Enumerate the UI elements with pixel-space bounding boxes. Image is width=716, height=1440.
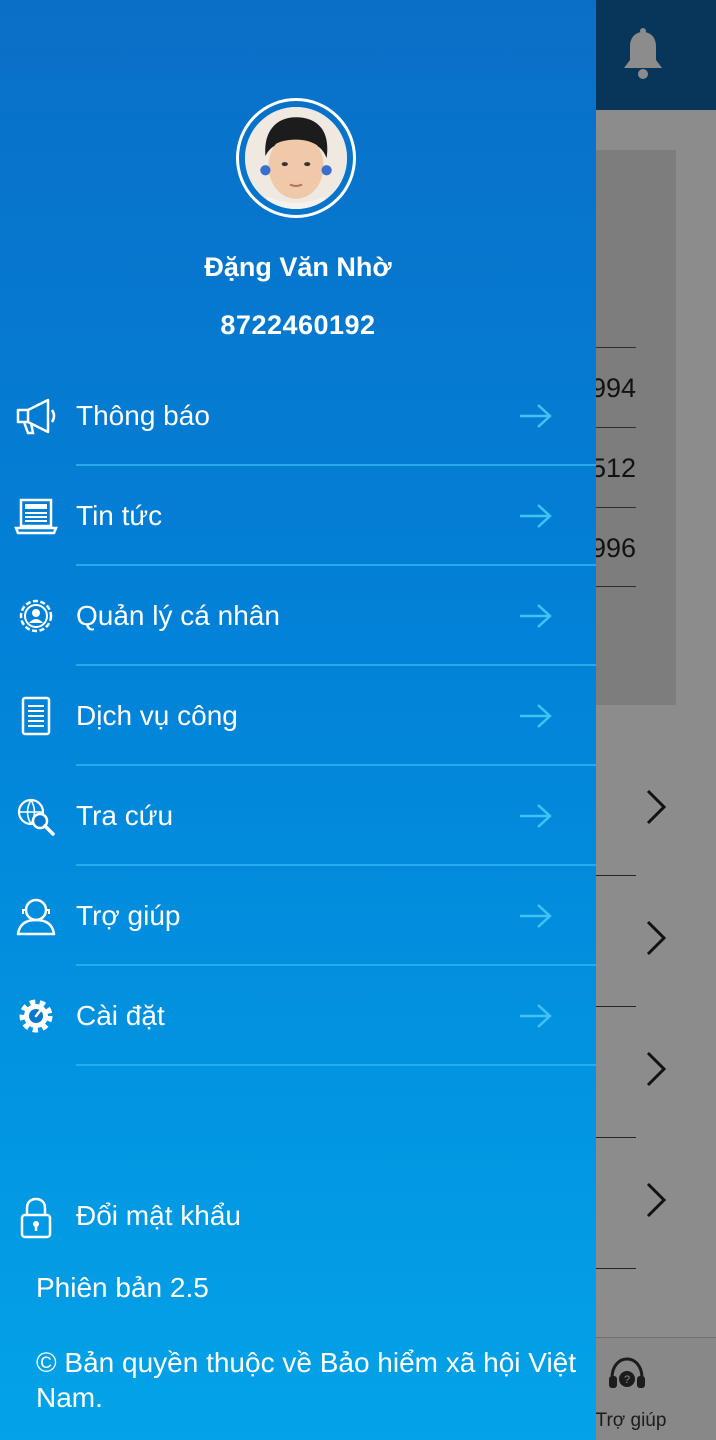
menu-item-settings[interactable]: Cài đặt bbox=[0, 966, 596, 1066]
globe-search-icon bbox=[17, 798, 55, 836]
news-icon bbox=[14, 498, 58, 535]
navigation-drawer: Đặng Văn Nhờ 8722460192 Thông báo Tin tứ… bbox=[0, 0, 596, 1440]
arrow-right-icon bbox=[520, 904, 552, 928]
menu-item-help[interactable]: Trợ giúp bbox=[0, 866, 596, 966]
arrow-right-icon bbox=[520, 504, 552, 528]
app-version: Phiên bản 2.5 bbox=[36, 1272, 209, 1303]
menu-item-public-services[interactable]: Dịch vụ công bbox=[0, 666, 596, 766]
menu-item-label: Quản lý cá nhân bbox=[76, 600, 280, 631]
change-password-button[interactable]: Đổi mật khẩu bbox=[0, 1190, 596, 1246]
menu-item-label: Dịch vụ công bbox=[76, 700, 238, 731]
menu-item-label: Cài đặt bbox=[76, 1000, 165, 1031]
copyright-text: © Bản quyền thuộc về Bảo hiểm xã hội Việ… bbox=[36, 1347, 577, 1413]
arrow-right-icon bbox=[520, 1004, 552, 1028]
menu-item-lookup[interactable]: Tra cứu bbox=[0, 766, 596, 866]
menu-item-label: Trợ giúp bbox=[76, 900, 181, 931]
lock-icon bbox=[20, 1197, 52, 1239]
avatar-photo bbox=[245, 107, 347, 209]
change-password-label: Đổi mật khẩu bbox=[76, 1200, 241, 1231]
megaphone-icon bbox=[16, 398, 56, 435]
menu-item-personal-management[interactable]: Quản lý cá nhân bbox=[0, 566, 596, 666]
arrow-right-icon bbox=[520, 604, 552, 628]
clipboard-icon bbox=[21, 696, 51, 736]
support-agent-icon bbox=[16, 898, 56, 936]
menu-item-label: Tra cứu bbox=[76, 800, 174, 831]
user-gear-icon bbox=[19, 599, 53, 633]
menu-item-notifications[interactable]: Thông báo bbox=[0, 366, 596, 466]
arrow-right-icon bbox=[520, 704, 552, 728]
menu-item-label: Tin tức bbox=[76, 500, 163, 531]
arrow-right-icon bbox=[520, 804, 552, 828]
drawer-menu: Thông báo Tin tức Quản lý cá nhân Dịch v… bbox=[0, 366, 596, 1066]
settings-gear-icon bbox=[19, 999, 53, 1033]
menu-item-news[interactable]: Tin tức bbox=[0, 466, 596, 566]
menu-item-label: Thông báo bbox=[76, 400, 210, 431]
arrow-right-icon bbox=[520, 404, 552, 428]
user-code: 8722460192 bbox=[220, 310, 376, 340]
user-name: Đặng Văn Nhờ bbox=[204, 252, 392, 282]
avatar[interactable] bbox=[236, 98, 356, 218]
